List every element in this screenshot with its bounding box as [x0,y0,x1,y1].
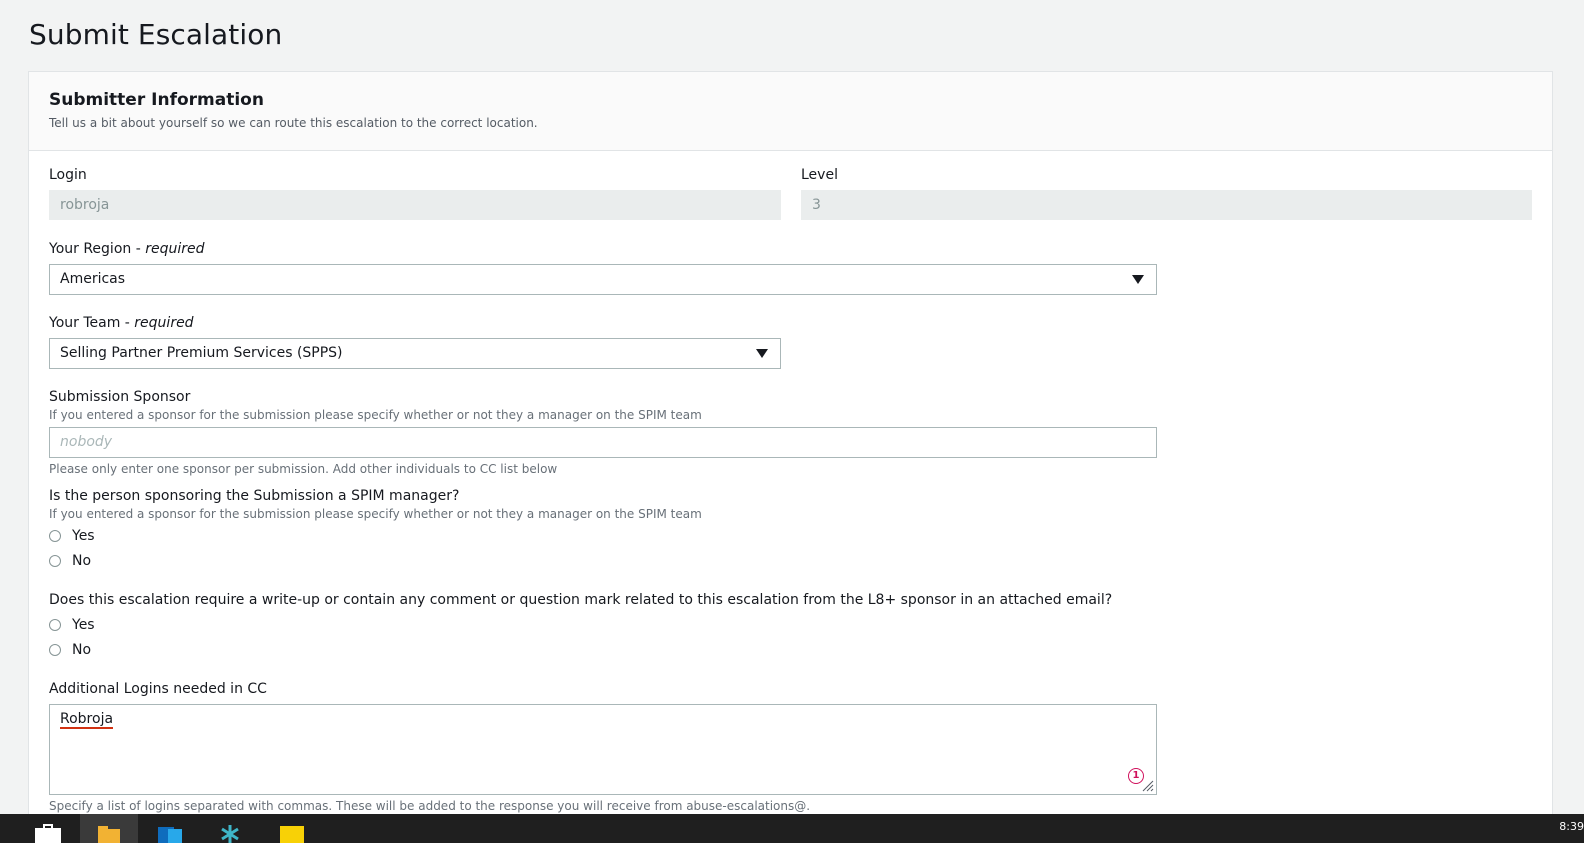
page-title: Submit Escalation [29,18,283,51]
section-title: Submitter Information [49,90,264,110]
region-select-value: Americas [60,271,126,287]
team-required-text: required [134,315,194,331]
spim-manager-label: Is the person sponsoring the Submission … [49,488,460,504]
resize-grip-icon[interactable] [1140,778,1154,792]
sponsor-label: Submission Sponsor [49,389,191,405]
writeup-yes-radio[interactable] [49,619,61,631]
taskbar: 8:39 [0,814,1584,843]
container-header: Submitter Information Tell us a bit abou… [29,72,1552,151]
outlook-icon[interactable] [156,823,184,843]
team-label-text: Your Team - [49,315,135,331]
spim-manager-yes-radio[interactable] [49,530,61,542]
spim-manager-no-radio[interactable] [49,555,61,567]
cc-label: Additional Logins needed in CC [49,681,267,697]
team-label: Your Team - required [49,315,194,331]
login-field: robroja [49,190,781,220]
level-label: Level [801,167,838,183]
team-select[interactable]: Selling Partner Premium Services (SPPS) [49,338,781,369]
writeup-no-option[interactable]: No [49,641,91,659]
radio-label: Yes [72,617,95,633]
cc-textarea[interactable]: Robroja 1 [49,704,1157,795]
writeup-yes-option[interactable]: Yes [49,616,95,634]
caret-down-icon [756,349,768,358]
region-label: Your Region - required [49,241,205,257]
sponsor-help: Please only enter one sponsor per submis… [49,462,558,476]
region-label-text: Your Region - [49,241,146,257]
spim-manager-no-option[interactable]: No [49,552,91,570]
radio-label: No [72,553,92,569]
writeup-label: Does this escalation require a write-up … [49,592,1113,608]
login-label: Login [49,167,87,183]
sticky-notes-icon[interactable] [278,823,306,843]
radio-label: No [72,642,92,658]
caret-down-icon [1132,275,1144,284]
section-description: Tell us a bit about yourself so we can r… [49,116,538,130]
sponsor-description: If you entered a sponsor for the submiss… [49,408,702,422]
sponsor-input[interactable]: nobody [49,427,1157,458]
spim-manager-description: If you entered a sponsor for the submiss… [49,507,702,521]
team-select-value: Selling Partner Premium Services (SPPS) [60,345,343,361]
region-required-text: required [145,241,205,257]
level-field: 3 [801,190,1532,220]
file-explorer-icon[interactable] [96,823,124,843]
spim-manager-yes-option[interactable]: Yes [49,527,95,545]
region-select[interactable]: Americas [49,264,1157,295]
taskbar-clock[interactable]: 8:39 [1559,820,1584,833]
writeup-no-radio[interactable] [49,644,61,656]
cc-textarea-value: Robroja [60,711,114,729]
cc-help: Specify a list of logins separated with … [49,799,811,813]
radio-label: Yes [72,528,95,544]
asterisk-app-icon[interactable] [216,823,244,843]
submitter-information-container: Submitter Information Tell us a bit abou… [28,71,1553,831]
briefcase-icon[interactable] [34,823,62,843]
